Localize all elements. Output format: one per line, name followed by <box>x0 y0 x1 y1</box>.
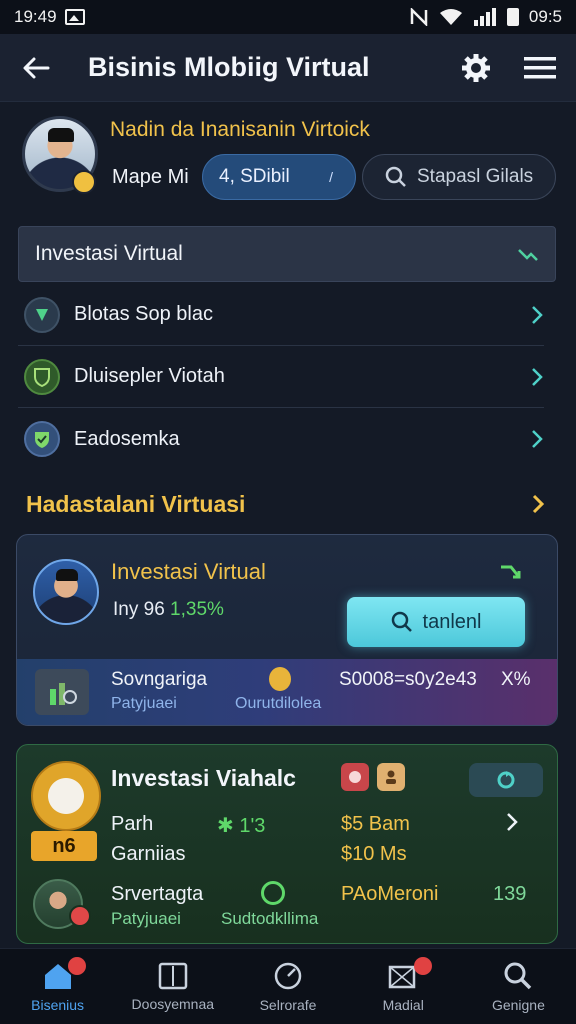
nav-label: Madial <box>382 996 424 1013</box>
investment-list: Blotas Sop blac Dluisepler Viotah Eadose… <box>18 284 544 470</box>
subheading-label: Hadastalani Virtuasi <box>26 490 246 517</box>
image-notification-icon <box>64 9 85 25</box>
section-header-investasi[interactable]: Investasi Virtual <box>18 226 556 282</box>
bottom-subtitle: Sudtodkllima <box>221 909 319 928</box>
card-stat-prefix: Iny 96 <box>113 599 165 620</box>
status-bar: 19:49 09:5 <box>0 0 576 34</box>
battery-icon <box>506 8 519 26</box>
signal-icon <box>473 8 496 26</box>
status-time: 19:49 <box>14 7 57 26</box>
medal-icon <box>31 761 101 831</box>
hamburger-menu-icon[interactable] <box>522 50 558 86</box>
list-item-label: Dluisepler Viotah <box>74 365 225 387</box>
refresh-button[interactable] <box>469 763 543 797</box>
search-input[interactable]: Stapasl Gilals <box>362 154 556 200</box>
row-amount: $5 Bam <box>341 813 410 835</box>
trend-up-icon <box>518 249 538 261</box>
row-label: Garniias <box>111 843 186 865</box>
balance-pill-value: 4, SDibil <box>219 166 290 187</box>
notification-badge-icon <box>68 957 86 975</box>
nav-item-gauge[interactable]: Selrorafe <box>230 949 345 1024</box>
band-subtitle: Patyjuaei <box>111 695 177 712</box>
nav-label: Genigne <box>491 996 545 1013</box>
cycle-icon <box>261 881 285 905</box>
row-growth: ✱ 1'3 <box>217 813 265 838</box>
shield-check-icon <box>24 421 60 457</box>
chevron-right-icon <box>532 430 543 448</box>
avatar <box>33 559 99 625</box>
card-stat-value: 1,35% <box>170 599 224 620</box>
search-button[interactable]: tanlenl <box>347 597 525 647</box>
search-icon <box>391 611 412 632</box>
band-value: S0008=s0y2e43 <box>339 669 477 690</box>
investment-card-secondary[interactable]: n6 Investasi Viahalc Parh Garniias ✱ 1'3… <box>16 744 558 944</box>
row-label: Parh <box>111 813 154 835</box>
row-growth-value: 1'3 <box>239 815 266 837</box>
profile-name: Mape Mi <box>112 166 189 188</box>
band-percent: X% <box>501 669 531 690</box>
profile-header: Nadin da Inanisanin Virtoick Mape Mi 4, … <box>22 116 556 206</box>
book-icon <box>158 962 188 989</box>
search-button-label: tanlenl <box>422 610 482 633</box>
nav-item-search[interactable]: Genigne <box>461 949 576 1024</box>
avatar-badge-icon <box>72 170 96 194</box>
shield-icon <box>24 358 60 395</box>
status-right-time: 09:5 <box>528 7 562 26</box>
chevron-right-icon <box>532 305 543 324</box>
nav-item-media[interactable]: Madial <box>346 949 461 1024</box>
bottom-title: Srvertagta <box>111 883 204 905</box>
nav-label: Bisenius <box>31 996 85 1013</box>
coin-icon <box>269 667 291 691</box>
list-item[interactable]: Blotas Sop blac <box>18 284 544 346</box>
list-item-label: Eadosemka <box>74 427 180 450</box>
profile-headline: Nadin da Inanisanin Virtoick <box>110 118 370 141</box>
tick-icon: / <box>329 169 333 185</box>
bottom-value: PAoMeroni <box>341 883 439 905</box>
search-icon <box>385 166 406 187</box>
list-item[interactable]: Eadosemka <box>18 408 544 470</box>
card-title: Investasi Virtual <box>111 559 266 584</box>
balance-pill[interactable]: 4, SDibil / <box>202 154 356 200</box>
chevron-right-icon <box>532 367 543 386</box>
list-item-label: Blotas Sop blac <box>74 303 213 325</box>
refresh-icon <box>497 771 515 789</box>
investment-card-primary[interactable]: Investasi Virtual Iny 96 1,35% tanlenl S… <box>16 534 558 726</box>
band-subtitle: Ourutdilolea <box>235 695 322 712</box>
nav-item-docs[interactable]: Doosyemnaa <box>115 949 230 1024</box>
person-badge-icon <box>377 763 405 791</box>
medal-badge: n6 <box>31 831 97 861</box>
section-title: Investasi Virtual <box>35 242 183 265</box>
trend-up-icon <box>501 565 521 579</box>
nav-label: Selrorafe <box>259 996 317 1013</box>
card-title: Investasi Viahalc <box>111 765 296 791</box>
subheading-link[interactable]: Hadastalani Virtuasi <box>26 484 546 524</box>
alert-badge-icon <box>341 763 369 791</box>
page-title: Bisinis Mlobiig Virtual <box>88 52 370 82</box>
chevron-right-icon[interactable] <box>505 811 519 833</box>
nav-item-home[interactable]: Bisenius <box>0 949 115 1024</box>
wifi-icon <box>439 9 462 25</box>
notification-badge-icon <box>413 957 432 975</box>
nav-label: Doosyemnaa <box>131 995 215 1012</box>
search-placeholder: Stapasl Gilals <box>417 166 534 187</box>
gear-icon[interactable] <box>458 50 494 86</box>
row-amount: $10 Ms <box>341 843 407 865</box>
bottom-count: 139 <box>493 883 527 905</box>
search-icon <box>504 962 532 989</box>
gauge-icon <box>274 962 302 989</box>
chevron-right-icon <box>532 494 545 514</box>
star-icon: ✱ <box>217 815 234 837</box>
bottom-subtitle: Patyjuaei <box>111 909 181 928</box>
app-bar: Bisinis Mlobiig Virtual <box>0 34 576 102</box>
band-title: Sovngariga <box>111 669 208 690</box>
list-item[interactable]: Dluisepler Viotah <box>18 346 544 408</box>
back-arrow-icon[interactable] <box>18 50 54 86</box>
card-stat-line: Iny 96 1,35% <box>113 599 224 621</box>
bottom-nav: Bisenius Doosyemnaa Selrorafe Madial Gen… <box>0 948 576 1024</box>
chart-bars-icon <box>35 669 89 715</box>
avatar-badge-icon <box>69 905 91 927</box>
leaf-icon <box>24 296 60 333</box>
nfc-icon <box>410 8 428 26</box>
